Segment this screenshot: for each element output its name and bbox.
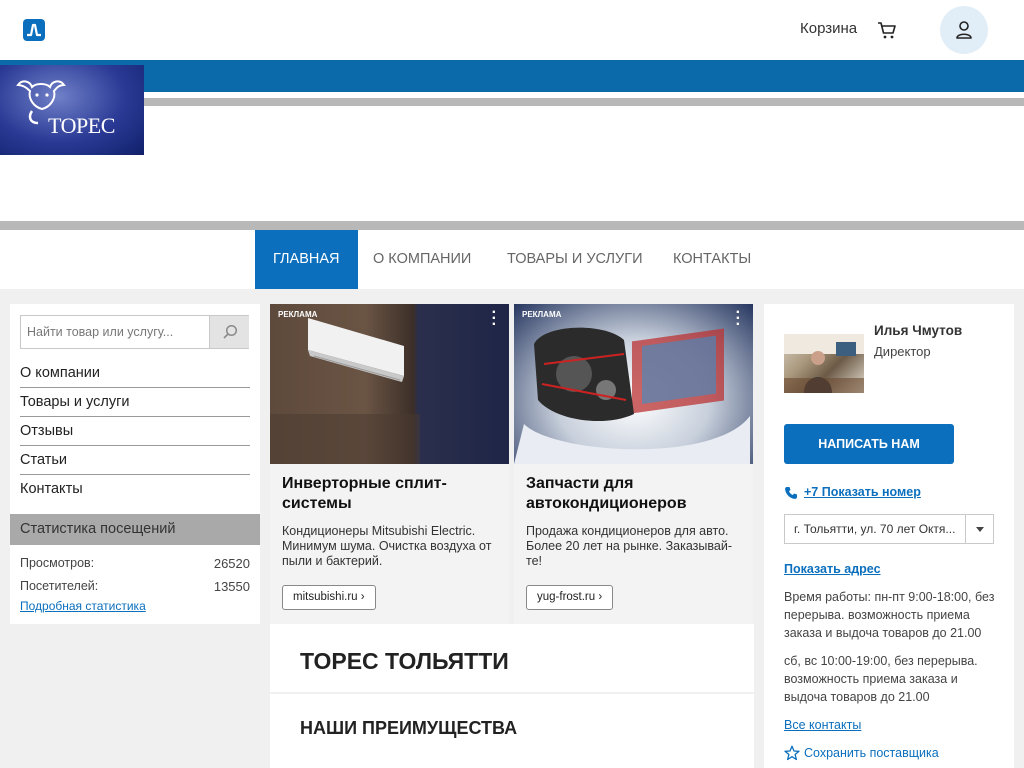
nav-item-contacts[interactable]: КОНТАКТЫ bbox=[673, 230, 751, 289]
user-icon bbox=[956, 21, 972, 39]
cart-link[interactable]: Корзина bbox=[800, 20, 857, 37]
company-title-block: ТОРЕС ТОЛЬЯТТИ bbox=[270, 624, 754, 692]
nav-item-about[interactable]: О КОМПАНИИ bbox=[373, 230, 471, 289]
stats-header: Статистика посещений bbox=[10, 514, 260, 545]
more-options-icon[interactable]: · · · bbox=[736, 305, 741, 333]
stat-label: Просмотров: bbox=[20, 556, 95, 570]
section-title: НАШИ ПРЕИМУЩЕСТВА bbox=[300, 718, 518, 738]
page-title: ТОРЕС ТОЛЬЯТТИ bbox=[300, 648, 509, 674]
search-box bbox=[20, 315, 249, 349]
ad-text: Продажа кондиционеров для авто. Более 20… bbox=[526, 524, 732, 568]
write-us-button[interactable]: НАПИСАТЬ НАМ bbox=[784, 424, 954, 464]
sidebar-item-products[interactable]: Товары и услуги bbox=[20, 388, 250, 417]
detailed-stats-link[interactable]: Подробная статистика bbox=[20, 599, 146, 613]
banner-bottom-stripe bbox=[0, 221, 1024, 230]
contact-card: Илья Чмутов Директор НАПИСАТЬ НАМ +7 Пок… bbox=[764, 304, 1014, 768]
banner-gray-stripe bbox=[0, 98, 1024, 106]
ad-title[interactable]: Инверторные сплит-системы bbox=[282, 474, 502, 514]
address-value: г. Тольятти, ул. 70 лет Октя... bbox=[794, 522, 956, 536]
ad-label: РЕКЛАМА bbox=[278, 310, 318, 319]
search-button[interactable] bbox=[209, 316, 249, 348]
sidebar-item-about[interactable]: О компании bbox=[20, 359, 250, 388]
show-address-link[interactable]: Показать адрес bbox=[784, 562, 881, 576]
ad-card[interactable]: РЕКЛАМА · · · Запчасти для автокондиционер… bbox=[514, 304, 753, 624]
person-photo bbox=[784, 334, 864, 393]
header-banner: ТОРЕС bbox=[0, 60, 1024, 230]
person-role: Директор bbox=[874, 344, 931, 359]
ad-link-button[interactable]: yug-frost.ru › bbox=[526, 585, 614, 610]
phone-icon bbox=[785, 487, 797, 499]
user-account-button[interactable] bbox=[940, 6, 988, 54]
ad-image[interactable]: РЕКЛАМА · · · bbox=[514, 304, 753, 464]
stat-value: 13550 bbox=[213, 579, 250, 594]
sidebar-item-reviews[interactable]: Отзывы bbox=[20, 417, 250, 446]
ad-title[interactable]: Запчасти для автокондиционеров bbox=[526, 474, 746, 514]
working-hours-weekdays: Время работы: пн-пт 9:00-18:00, без пере… bbox=[784, 590, 995, 640]
stat-row-views: Просмотров: 26520 bbox=[20, 556, 250, 571]
address-select[interactable]: г. Тольятти, ул. 70 лет Октя... bbox=[784, 514, 994, 544]
company-logo[interactable]: ТОРЕС bbox=[0, 65, 144, 155]
cart-icon[interactable] bbox=[876, 19, 898, 41]
sidebar-item-articles[interactable]: Статьи bbox=[20, 446, 250, 475]
more-options-icon[interactable]: · · · bbox=[492, 305, 497, 333]
brand-logo-icon[interactable] bbox=[23, 19, 45, 41]
advantages-block: НАШИ ПРЕИМУЩЕСТВА bbox=[270, 694, 754, 768]
nav-item-products[interactable]: ТОВАРЫ И УСЛУГИ bbox=[507, 230, 643, 289]
person-name: Илья Чмутов bbox=[874, 323, 963, 338]
sidebar-item-contacts[interactable]: Контакты bbox=[20, 475, 250, 504]
car-engine-icon bbox=[514, 327, 750, 464]
chevron-down-icon[interactable] bbox=[965, 515, 993, 543]
ad-label: РЕКЛАМА bbox=[522, 310, 562, 319]
ad-text: Кондиционеры Mitsubishi Electric. Миниму… bbox=[282, 524, 492, 568]
logo-text: ТОРЕС bbox=[48, 113, 115, 138]
nav-item-home[interactable]: ГЛАВНАЯ bbox=[255, 230, 358, 289]
ad-link-button[interactable]: mitsubishi.ru › bbox=[282, 585, 376, 610]
banner-blue-stripe bbox=[0, 60, 1024, 92]
main-nav: ГЛАВНАЯ О КОМПАНИИ ТОВАРЫ И УСЛУГИ КОНТА… bbox=[0, 230, 1024, 289]
show-phone-link[interactable]: +7 Показать номер bbox=[804, 485, 921, 499]
star-icon bbox=[784, 745, 800, 761]
air-conditioner-icon bbox=[270, 318, 420, 464]
stat-value: 26520 bbox=[213, 556, 250, 571]
ad-image[interactable]: РЕКЛАМА · · · bbox=[270, 304, 509, 464]
search-icon bbox=[223, 324, 238, 339]
search-input[interactable] bbox=[21, 316, 209, 348]
stat-label: Посетителей: bbox=[20, 579, 99, 593]
all-contacts-link[interactable]: Все контакты bbox=[784, 718, 861, 732]
save-supplier-label: Сохранить поставщика bbox=[804, 746, 939, 760]
top-bar: Корзина bbox=[0, 0, 1024, 60]
working-hours-weekend: сб, вс 10:00-19:00, без перерыва. возмож… bbox=[784, 654, 978, 704]
stat-row-visitors: Посетителей: 13550 bbox=[20, 579, 250, 594]
ad-card[interactable]: РЕКЛАМА · · · Инверторные сплит-системы Ко… bbox=[270, 304, 509, 624]
left-sidebar: О компании Товары и услуги Отзывы Статьи… bbox=[10, 304, 260, 624]
